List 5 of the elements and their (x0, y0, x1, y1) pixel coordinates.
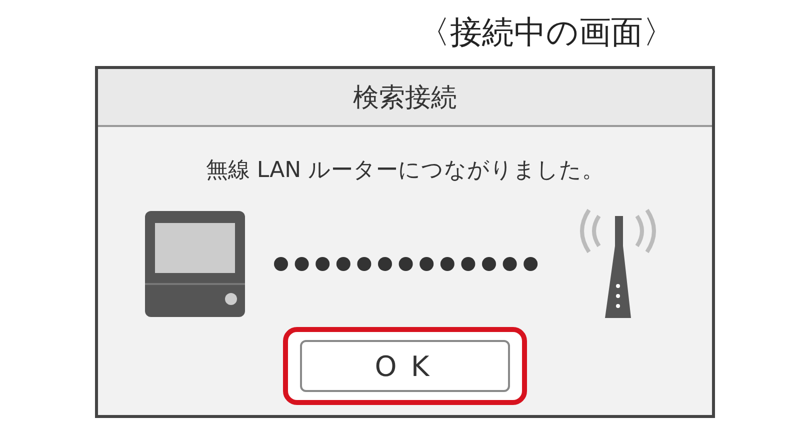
dialog-message: 無線 LAN ルーターにつながりました。 (204, 157, 606, 185)
dialog-title: 検索接続 (98, 69, 712, 127)
screen-caption: 〈接続中の画面〉 (418, 12, 675, 53)
ok-button[interactable]: OK (300, 340, 510, 392)
device-icon (145, 211, 245, 317)
